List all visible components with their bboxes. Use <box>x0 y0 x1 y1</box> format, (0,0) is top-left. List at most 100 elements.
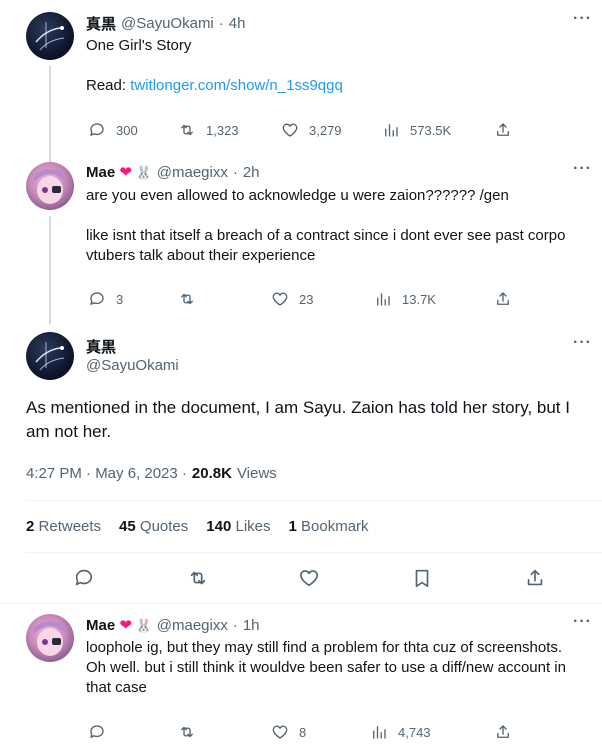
avatar[interactable] <box>26 614 74 662</box>
quotes-count: 45 <box>119 518 136 535</box>
handle[interactable]: @SayuOkami <box>86 357 179 374</box>
share-button[interactable] <box>494 121 522 139</box>
views-count: 20.8K <box>191 465 232 482</box>
share-icon <box>497 292 509 305</box>
tweet-text: loophole ig, but they may still find a p… <box>86 639 563 656</box>
like-count: 23 <box>299 291 314 307</box>
timestamp[interactable]: 4h <box>229 15 246 32</box>
views-icon <box>377 293 390 306</box>
reply-icon <box>90 292 104 305</box>
bookmarks-label: Bookmark <box>301 518 369 535</box>
share-icon <box>497 725 509 738</box>
reply-count: 300 <box>116 122 138 138</box>
share-icon <box>497 123 509 136</box>
share-button[interactable] <box>494 723 522 741</box>
timestamp[interactable]: 2h <box>243 164 260 181</box>
retweet-button[interactable] <box>187 567 219 589</box>
views-label: Views <box>236 465 277 482</box>
tweet-text-line: As mentioned in the document, I am Sayu.… <box>26 398 570 417</box>
thread-line <box>49 216 51 324</box>
tweet-text: vtubers talk about their experience <box>86 247 316 264</box>
handle[interactable]: @maegixx <box>157 617 228 634</box>
reply-icon <box>90 725 104 738</box>
separator-dot: · <box>232 163 238 181</box>
share-icon <box>527 569 543 586</box>
read-label: Read: <box>86 77 127 94</box>
tweet-link[interactable]: twitlonger.com/show/n_1ss9qgq <box>130 77 343 94</box>
display-name-text: Mae <box>86 164 116 181</box>
retweets-count: 2 <box>26 518 35 535</box>
display-name-text: Mae <box>86 617 116 634</box>
handle[interactable]: @maegixx <box>157 164 228 181</box>
tweet-stats: 2 Retweets 45 Quotes 140 Likes 1 Bookmar… <box>26 518 369 535</box>
views-button[interactable]: 573.5K <box>382 121 451 139</box>
timestamp[interactable]: 1h <box>243 617 260 634</box>
tweet-text: are you even allowed to acknowledge u we… <box>86 187 509 204</box>
tweet-text: Oh well. but i still think it wouldve be… <box>86 659 566 676</box>
retweet-button[interactable] <box>178 723 206 741</box>
avatar[interactable] <box>26 162 74 210</box>
view-count: 573.5K <box>410 122 452 138</box>
quotes-label: Quotes <box>139 518 189 535</box>
bookmark-icon <box>415 569 429 588</box>
display-name[interactable]: 真黒 <box>86 336 116 357</box>
handle[interactable]: @SayuOkami <box>121 15 214 32</box>
reply-icon <box>90 123 104 136</box>
retweet-button[interactable]: 1,323 <box>178 121 239 139</box>
share-button[interactable] <box>524 567 556 589</box>
avatar-art <box>34 621 66 656</box>
heart-icon <box>272 725 288 739</box>
display-name[interactable]: Mae ❤ 🐰 <box>86 616 152 634</box>
more-icon[interactable]: ··· <box>573 160 592 178</box>
bookmarks-count: 1 <box>288 518 297 535</box>
views-icon <box>385 124 398 137</box>
reply-button[interactable]: 3 <box>88 290 123 308</box>
views-button[interactable]: 4,743 <box>370 723 431 741</box>
bookmark-button[interactable] <box>411 567 443 589</box>
reply-icon <box>75 569 93 586</box>
tweet-text: As mentioned in the document, I am Sayu.… <box>26 396 570 444</box>
share-button[interactable] <box>494 290 522 308</box>
tweet-link-line: Read: twitlonger.com/show/n_1ss9qgq <box>86 76 343 96</box>
retweet-icon <box>181 293 193 305</box>
tweet-time[interactable]: 4:27 PM · May 6, 2023 · <box>26 465 187 482</box>
view-count: 13.7K <box>402 291 436 307</box>
heart-emoji-icon: ❤ <box>115 164 132 181</box>
tweet-text: like isnt that itself a breach of a cont… <box>86 227 566 244</box>
reply-button[interactable]: 300 <box>88 121 138 139</box>
more-icon[interactable]: ··· <box>573 334 592 352</box>
avatar-art <box>35 342 65 371</box>
like-count: 3,279 <box>309 122 342 138</box>
display-name[interactable]: 真黒 <box>86 13 116 34</box>
retweet-icon <box>181 726 193 738</box>
divider <box>26 500 602 501</box>
like-button[interactable]: 3,279 <box>281 121 342 139</box>
reply-count: 3 <box>116 291 124 307</box>
retweet-button[interactable] <box>178 290 206 308</box>
tweet-meta: 4:27 PM · May 6, 2023 · 20.8K Views <box>26 465 277 482</box>
bookmarks-stat[interactable]: 1 Bookmark <box>289 518 369 535</box>
avatar-art <box>35 22 65 51</box>
more-icon[interactable]: ··· <box>573 613 592 631</box>
avatar[interactable] <box>26 12 74 60</box>
bunny-emoji-icon: 🐰 <box>131 618 152 633</box>
divider <box>26 552 602 553</box>
tweet-text: One Girl's Story <box>86 37 192 54</box>
retweets-stat[interactable]: 2 Retweets <box>26 518 101 535</box>
like-button[interactable]: 23 <box>271 290 313 308</box>
like-button[interactable]: 8 <box>271 723 306 741</box>
likes-stat[interactable]: 140 Likes <box>206 518 270 535</box>
like-button[interactable] <box>298 567 330 589</box>
reply-button[interactable] <box>73 567 105 589</box>
more-icon[interactable]: ··· <box>573 10 592 28</box>
likes-label: Likes <box>235 518 271 535</box>
quotes-stat[interactable]: 45 Quotes <box>119 518 188 535</box>
avatar[interactable] <box>26 332 74 380</box>
heart-icon <box>272 292 288 306</box>
view-count: 4,743 <box>398 724 431 740</box>
display-name[interactable]: Mae ❤ 🐰 <box>86 163 152 181</box>
reply-button[interactable] <box>88 723 116 741</box>
retweet-icon <box>181 124 193 136</box>
views-icon <box>373 726 386 739</box>
views-button[interactable]: 13.7K <box>374 290 436 308</box>
